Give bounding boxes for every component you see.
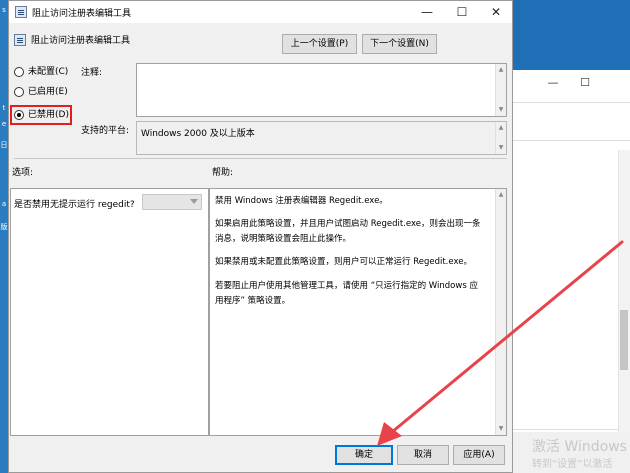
option-select[interactable] [142,194,202,210]
chevron-up-icon[interactable]: ▲ [496,123,506,133]
activation-watermark: 激活 Windows [532,439,627,455]
minimize-icon[interactable]: — [541,76,565,94]
help-panel: 禁用 Windows 注册表编辑器 Regedit.exe。 如果启用此策略设置… [209,188,507,436]
maximize-icon[interactable]: ☐ [445,1,479,23]
chevron-down-icon[interactable]: ▼ [496,105,506,115]
chevron-up-icon[interactable]: ▲ [496,65,506,75]
help-paragraph: 禁用 Windows 注册表编辑器 Regedit.exe。 [215,196,388,206]
window-title: 阻止访问注册表编辑工具 [32,9,132,19]
divider [14,158,507,159]
supported-platform-value: Windows 2000 及以上版本 [141,129,255,139]
comment-label: 注释: [81,68,103,78]
desktop-label: t [2,104,6,112]
scrollbar[interactable]: ▲ ▼ [495,64,506,116]
background-window: — ☐ [510,70,630,473]
scrollbar[interactable] [618,150,630,440]
desktop-label: 日 [0,141,8,149]
comment-field[interactable]: ▲ ▼ [136,63,507,117]
previous-setting-button[interactable]: 上一个设置(P) [282,34,357,54]
help-paragraph: 若要阻止用户使用其他管理工具，请使用 “只运行指定的 Windows 应用程序”… [215,281,478,306]
apply-button[interactable]: 应用(A) [453,445,505,465]
activation-watermark-sub: 转到“设置”以激活 [532,459,613,470]
desktop-label: a [1,200,7,208]
close-icon[interactable]: ✕ [479,1,513,23]
title-bar: 阻止访问注册表编辑工具 — ☐ ✕ [9,1,512,23]
desktop-label: s [2,6,6,14]
help-paragraph: 如果启用此策略设置，并且用户试图启动 Regedit.exe，则会出现一条消息，… [215,219,481,244]
help-label: 帮助: [212,168,234,178]
maximize-icon[interactable]: ☐ [573,76,597,94]
next-setting-button[interactable]: 下一个设置(N) [362,34,437,54]
options-label: 选项: [12,168,34,178]
highlight-box [10,105,72,125]
options-panel: 是否禁用无提示运行 regedit? [10,188,209,436]
policy-icon [14,34,26,46]
ok-button[interactable]: 确定 [335,445,393,465]
help-paragraph: 如果禁用或未配置此策略设置，则用户可以正常运行 Regedit.exe。 [215,257,472,267]
radio-icon [14,87,24,97]
chevron-down-icon [190,199,198,204]
option-question: 是否禁用无提示运行 regedit? [14,200,135,210]
policy-dialog: 阻止访问注册表编辑工具 — ☐ ✕ 阻止访问注册表编辑工具 上一个设置(P) 下… [8,0,513,473]
policy-icon [15,6,27,18]
background-panel [511,140,630,430]
radio-icon [14,67,24,77]
scrollbar[interactable]: ▲ ▼ [495,189,506,435]
desktop-strip: s t e 日 a 版 [0,0,8,473]
cancel-button[interactable]: 取消 [397,445,449,465]
scrollbar[interactable]: ▲ ▼ [495,122,506,154]
platform-label: 支持的平台: [81,126,130,136]
desktop-label: 版 [0,223,8,231]
chevron-down-icon[interactable]: ▼ [496,143,506,153]
desktop-label: e [1,120,7,128]
supported-platform-field: Windows 2000 及以上版本 ▲ ▼ [136,121,507,155]
minimize-icon[interactable]: — [410,1,444,23]
chevron-up-icon[interactable]: ▲ [496,190,506,200]
chevron-down-icon[interactable]: ▼ [496,424,506,434]
setting-title: 阻止访问注册表编辑工具 [31,36,131,46]
